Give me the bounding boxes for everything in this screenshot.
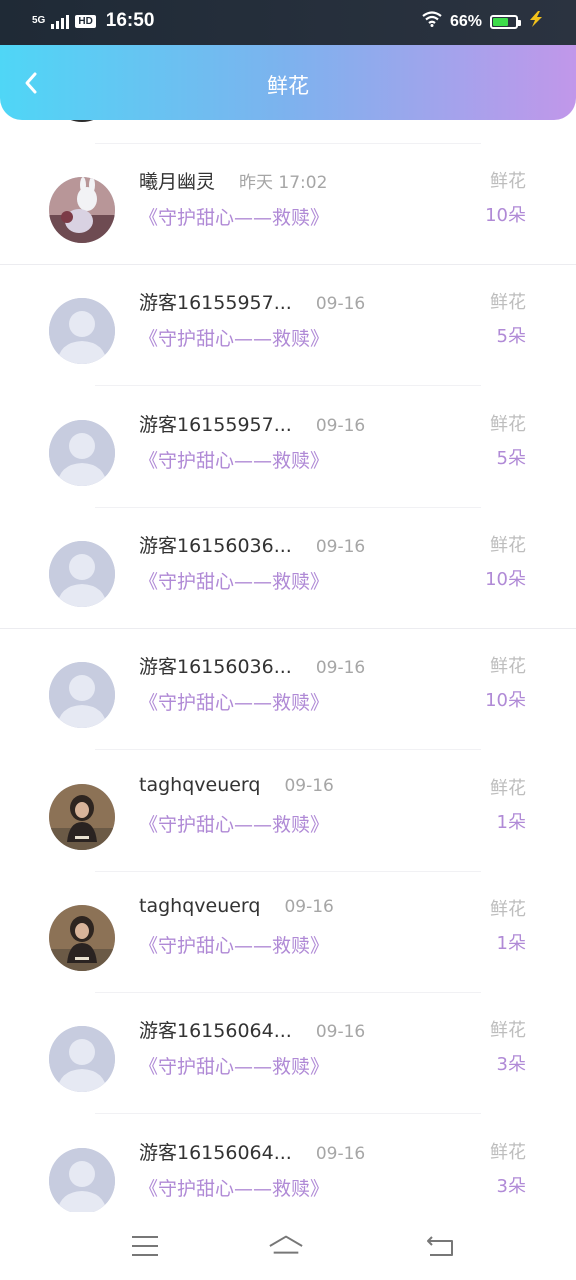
status-right: 66%: [422, 11, 546, 32]
home-icon: [269, 1235, 303, 1254]
battery-percent: 66%: [449, 12, 482, 30]
avatar: [49, 120, 115, 122]
charging-bolt-icon: [526, 11, 546, 32]
gift-count: 3朵: [496, 1176, 526, 1197]
timestamp: 昨天 17:02: [239, 173, 328, 193]
gift-count: 3朵: [496, 1054, 526, 1075]
avatar[interactable]: [49, 905, 115, 971]
book-title-link[interactable]: 《守护甜心——救赎》: [139, 688, 329, 715]
app-header: 鲜花: [0, 45, 576, 120]
name-line: 游客16156064... 09-16: [139, 1016, 365, 1043]
system-nav-bar: [0, 1212, 576, 1280]
name-line: taghqveuerq 09-16: [139, 895, 334, 917]
default-avatar-icon[interactable]: [49, 1148, 115, 1212]
list-item[interactable]: 曦月幽灵 昨天 17:02 《守护甜心——救赎》 鲜花 10朵: [0, 144, 576, 265]
default-avatar-icon[interactable]: [49, 298, 115, 364]
gift-type: 鲜花: [490, 778, 526, 799]
gift-count: 10朵: [485, 205, 526, 226]
default-avatar-icon[interactable]: [49, 541, 115, 607]
user-name: 游客16156064...: [139, 1020, 292, 1042]
gift-type: 鲜花: [490, 656, 526, 677]
user-name: 游客16156036...: [139, 535, 292, 557]
default-avatar-icon[interactable]: [49, 662, 115, 728]
network-type: 5G: [32, 15, 46, 26]
row-divider: [95, 385, 481, 386]
timestamp: 09-16: [284, 776, 334, 796]
default-avatar-icon[interactable]: [49, 1026, 115, 1092]
book-title-link[interactable]: 《守护甜心——救赎》: [139, 931, 329, 958]
book-title-link[interactable]: 《守护甜心——救赎》: [139, 810, 329, 837]
gift-type: 鲜花: [490, 535, 526, 556]
clock: 16:50: [105, 10, 155, 31]
list-item[interactable]: 游客16155957... 09-16 《守护甜心——救赎》 鲜花 5朵: [0, 387, 576, 508]
timestamp: 09-16: [315, 1144, 366, 1164]
back-icon: [427, 1236, 453, 1256]
gift-count: 10朵: [485, 569, 526, 590]
timestamp: 09-16: [315, 416, 366, 436]
name-line: taghqveuerq 09-16: [139, 774, 334, 796]
list-item[interactable]: 游客16156036... 09-16 《守护甜心——救赎》 鲜花 10朵: [0, 508, 576, 629]
status-bar: 5G HD 16:50 66%: [0, 0, 576, 45]
page-title: 鲜花: [267, 74, 309, 98]
book-title-link[interactable]: 《守护甜心——救赎》: [139, 567, 329, 594]
name-line: 曦月幽灵 昨天 17:02: [139, 167, 327, 194]
list-item[interactable]: 游客16155957... 09-16 《守护甜心——救赎》 鲜花 5朵: [0, 265, 576, 386]
gift-type: 鲜花: [490, 1142, 526, 1163]
book-title-link[interactable]: 《守护甜心——救赎》: [139, 203, 329, 230]
book-title-link[interactable]: 《守护甜心——救赎》: [139, 1174, 329, 1201]
list-item[interactable]: taghqveuerq 09-16 《守护甜心——救赎》 鲜花 1朵: [0, 751, 576, 872]
name-line: 游客16156036... 09-16: [139, 531, 365, 558]
list-item[interactable]: taghqveuerq 09-16 《守护甜心——救赎》 鲜花 1朵: [0, 872, 576, 993]
gift-count: 1朵: [496, 933, 526, 954]
timestamp: 09-16: [315, 294, 366, 314]
battery-icon: [490, 14, 521, 29]
menu-icon: [132, 1236, 158, 1256]
user-name: 游客16156064...: [139, 1142, 292, 1164]
wifi-icon: [422, 11, 442, 32]
status-left: 5G HD 16:50: [32, 10, 154, 32]
gift-type: 鲜花: [490, 171, 526, 192]
timestamp: 09-16: [315, 1022, 366, 1042]
name-line: 游客16155957... 09-16: [139, 288, 365, 315]
name-line: 游客16156036... 09-16: [139, 652, 365, 679]
list-item[interactable]: 游客16156036... 09-16 《守护甜心——救赎》 鲜花 10朵: [0, 629, 576, 750]
book-title-link[interactable]: 《守护甜心——救赎》: [139, 446, 329, 473]
timestamp: 09-16: [315, 658, 366, 678]
gift-type: 鲜花: [490, 414, 526, 435]
book-title-link[interactable]: 《守护甜心——救赎》: [139, 1052, 329, 1079]
menu-button[interactable]: [127, 1230, 163, 1262]
gift-count: 5朵: [496, 448, 526, 469]
back-nav-button[interactable]: [422, 1230, 458, 1262]
gift-count: 10朵: [485, 690, 526, 711]
name-line: 游客16155957... 09-16: [139, 410, 365, 437]
user-name: 游客16155957...: [139, 414, 292, 436]
signal-icon: [51, 13, 70, 29]
user-name: 游客16155957...: [139, 292, 292, 314]
user-name: 游客16156036...: [139, 656, 292, 678]
user-name: taghqveuerq: [139, 774, 261, 796]
avatar[interactable]: [49, 784, 115, 850]
avatar[interactable]: [49, 177, 115, 243]
gift-count: 5朵: [496, 326, 526, 347]
list-item-partial: [0, 120, 576, 144]
list-item[interactable]: 游客16156064... 09-16 《守护甜心——救赎》 鲜花 3朵: [0, 1115, 576, 1212]
user-name: 曦月幽灵: [139, 171, 216, 193]
home-button[interactable]: [268, 1230, 304, 1262]
row-divider: [95, 1113, 481, 1114]
hd-badge: HD: [75, 14, 96, 28]
flower-records-list[interactable]: 曦月幽灵 昨天 17:02 《守护甜心——救赎》 鲜花 10朵 游客16155957...…: [0, 120, 576, 1212]
gift-type: 鲜花: [490, 899, 526, 920]
list-item[interactable]: 游客16156064... 09-16 《守护甜心——救赎》 鲜花 3朵: [0, 993, 576, 1114]
gift-count: 1朵: [496, 812, 526, 833]
timestamp: 09-16: [284, 897, 334, 917]
row-divider: [95, 749, 481, 750]
book-title-link[interactable]: 《守护甜心——救赎》: [139, 324, 329, 351]
name-line: 游客16156064... 09-16: [139, 1138, 365, 1165]
user-name: taghqveuerq: [139, 895, 261, 917]
timestamp: 09-16: [315, 537, 366, 557]
gift-type: 鲜花: [490, 1020, 526, 1041]
default-avatar-icon[interactable]: [49, 420, 115, 486]
gift-type: 鲜花: [490, 292, 526, 313]
